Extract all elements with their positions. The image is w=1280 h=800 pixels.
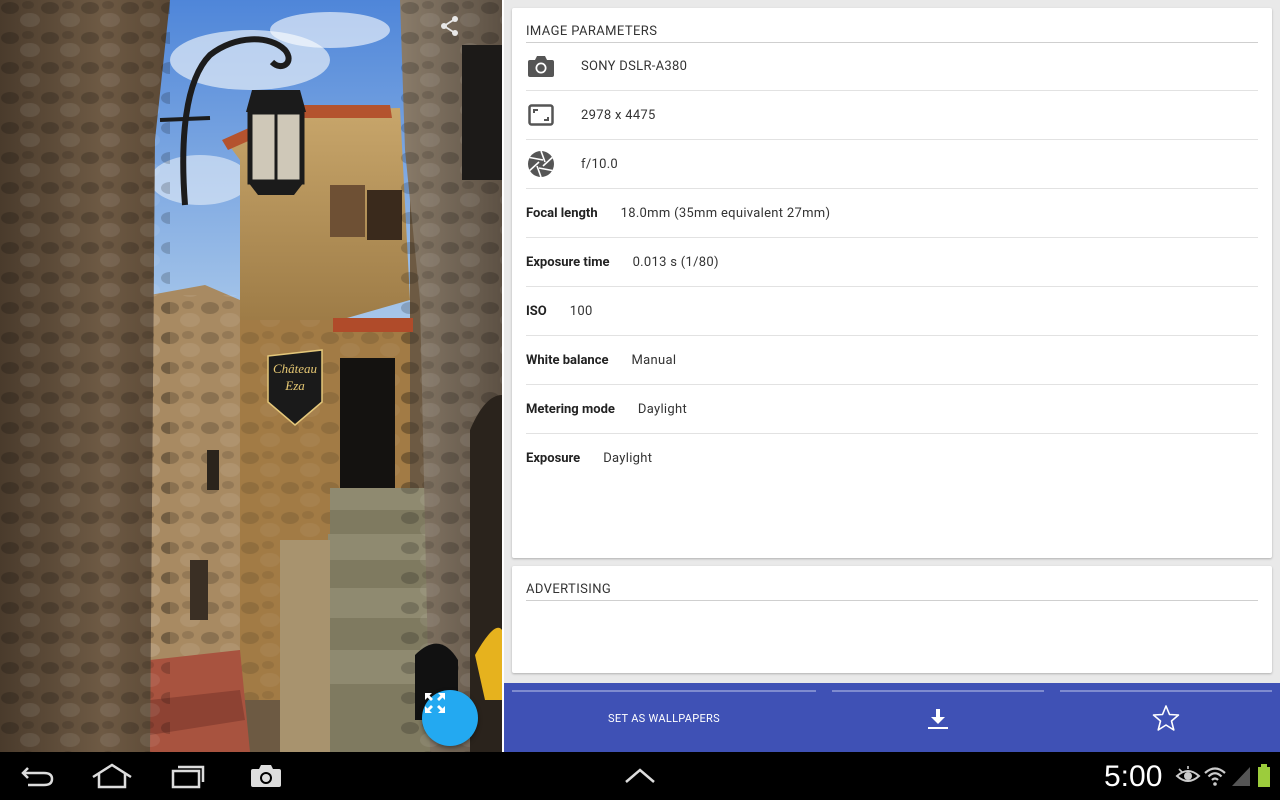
exposure-time-row: Exposure time 0.013 s (1/80) [526,238,1258,287]
aperture-row: f/10.0 [526,140,1258,189]
tab-indicator [832,690,1044,692]
back-icon [21,767,54,787]
aspect-ratio-icon [526,100,556,130]
focal-length-value: 18.0mm (35mm equivalent 27mm) [620,205,831,221]
action-bar: SET AS WALLPAPERS [504,683,1280,752]
share-icon [441,16,458,36]
metering-mode-row: Metering mode Daylight [526,385,1258,434]
metering-mode-value: Daylight [637,401,687,417]
battery-status [1256,760,1272,792]
camera-model-value: SONY DSLR-A380 [581,58,688,74]
eye-icon [1175,766,1201,782]
wifi-status [1203,760,1227,792]
back-button[interactable] [18,760,58,792]
screenshot-icon [251,765,281,787]
street-scene-image: Château Eza [0,0,502,752]
iso-row: ISO 100 [526,287,1258,336]
battery-icon [1258,764,1270,787]
focal-length-label: Focal length [526,205,598,221]
resolution-row: 2978 x 4475 [526,91,1258,140]
white-balance-row: White balance Manual [526,336,1258,385]
aperture-icon [526,149,556,179]
star-outline-icon [1152,704,1180,731]
focal-length-row: Focal length 18.0mm (35mm equivalent 27m… [526,189,1258,238]
camera-icon [526,51,556,81]
wifi-icon [1204,767,1226,786]
camera-row: SONY DSLR-A380 [526,42,1258,91]
recent-apps-button[interactable] [168,760,208,792]
favorite-button[interactable] [1060,683,1272,752]
home-button[interactable] [90,760,134,792]
menu-up-button[interactable] [620,760,660,792]
iso-value: 100 [569,303,593,319]
white-balance-label: White balance [526,352,609,368]
advertising-card: ADVERTISING [512,566,1272,673]
advertising-header: ADVERTISING [526,582,1258,601]
eye-status [1175,760,1201,792]
exposure-time-label: Exposure time [526,254,610,270]
exposure-value: Daylight [603,451,653,466]
metering-mode-label: Metering mode [526,401,615,417]
signal-status [1231,760,1251,792]
set-as-wallpaper-label: SET AS WALLPAPERS [608,712,720,725]
exposure-row: Exposure Daylight [526,434,1258,483]
home-icon [92,763,132,789]
chevron-up-icon [625,768,655,783]
download-icon [928,708,948,729]
recent-apps-icon [171,765,205,789]
download-button[interactable] [832,683,1044,752]
tab-indicator [1060,690,1272,692]
aperture-value: f/10.0 [581,156,619,172]
resolution-value: 2978 x 4475 [581,107,656,123]
exposure-time-value: 0.013 s (1/80) [632,254,719,270]
screenshot-button[interactable] [246,760,286,792]
system-navigation-bar: 5:00 [0,752,1280,800]
fullscreen-fab-button[interactable] [422,690,478,746]
iso-label: ISO [526,303,547,319]
set-as-wallpaper-button[interactable]: SET AS WALLPAPERS [512,683,816,752]
share-button[interactable] [436,12,464,40]
tab-indicator [512,690,816,692]
exposure-label: Exposure [526,451,581,466]
image-parameters-card: IMAGE PARAMETERS SONY DSLR-A380 2978 x 4… [512,8,1272,558]
white-balance-value: Manual [631,352,677,368]
status-clock: 5:00 [1104,760,1163,793]
image-parameters-header: IMAGE PARAMETERS [526,24,1258,43]
panel-divider [502,0,504,752]
fullscreen-icon [425,693,445,713]
sign-text-line1: Château [273,361,318,376]
wallpaper-photo[interactable]: Château Eza [0,0,502,752]
signal-icon [1232,767,1250,786]
sign-text-line2: Eza [284,378,305,393]
